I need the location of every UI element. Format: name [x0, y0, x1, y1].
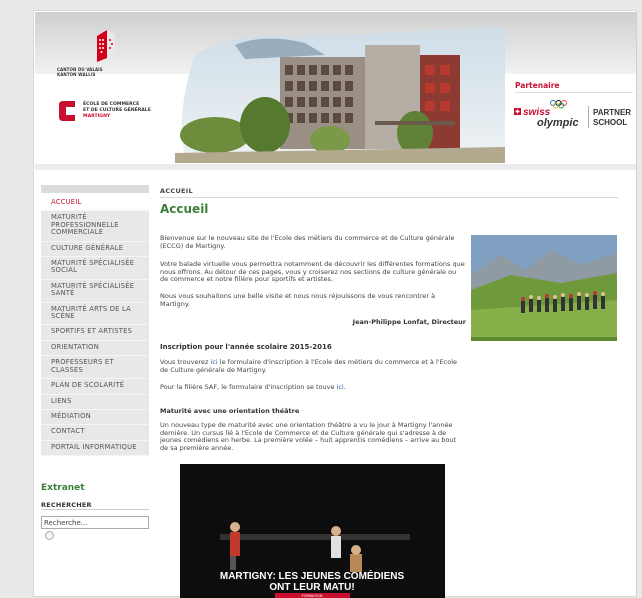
saf-text-b: .: [343, 383, 346, 391]
nav-item-accueil[interactable]: ACCUEIL: [41, 196, 149, 212]
nav-item-culture-generale[interactable]: CULTURE GÉNÉRALE: [41, 241, 149, 258]
balade-paragraph: Votre balade virtuelle vous permettra no…: [160, 260, 465, 284]
search-submit-button[interactable]: [45, 531, 54, 540]
students-mountain-photo: [471, 235, 617, 341]
video-title-line2: ONT LEUR MATU!: [269, 582, 354, 593]
search-divider: [41, 509, 149, 510]
nav-item-professeurs-classes[interactable]: PROFESSEURS ET CLASSES: [41, 356, 149, 380]
nav-item-maturite-arts[interactable]: MATURITÉ ARTS DE LA SCÈNE: [41, 302, 149, 326]
canton-line-2: KANTON WALLIS: [57, 72, 96, 77]
nav-item-liens[interactable]: LIENS: [41, 394, 149, 410]
nav-item-maturite-social[interactable]: MATURITÉ SPÉCIALISÉE SOCIAL: [41, 257, 149, 280]
nav-item-sportifs-artistes[interactable]: SPORTIFS ET ARTISTES: [41, 325, 149, 341]
canton-text: CANTON DU VALAIS KANTON WALLIS: [57, 67, 103, 77]
ecole-name[interactable]: ÉCOLE DE COMMERCE ET DE CULTURE GÉNÉRALE…: [83, 102, 151, 120]
school-building-photo: [175, 27, 505, 163]
header-bottom-bar: [35, 164, 636, 170]
nav-item-plan-scolarite[interactable]: PLAN DE SCOLARITÉ: [41, 379, 149, 395]
saf-paragraph: Pour la filière SAF, le formulaire d'ins…: [160, 383, 466, 392]
partner-label: Partenaire: [515, 81, 560, 90]
theatre-video[interactable]: MARTIGNY: LES JEUNES COMÉDIENS ONT LEUR …: [180, 464, 445, 598]
nav-item-maturite-sante[interactable]: MATURITÉ SPÉCIALISÉE SANTÉ: [41, 279, 149, 303]
theatre-heading: Maturité avec une orientation théâtre: [160, 407, 300, 415]
nav-item-orientation[interactable]: ORIENTATION: [41, 340, 149, 357]
sidebar-nav: ACCUEIL MATURITÉ PROFESSIONNELLE COMMERC…: [41, 185, 149, 457]
director-signature: Jean-Philippe Lonfat, Directeur: [352, 318, 466, 326]
nav-item-portail-informatique[interactable]: PORTAIL INFORMATIQUE: [41, 440, 149, 457]
page-container: CANTON DU VALAIS KANTON WALLIS ÉCOLE DE …: [33, 10, 637, 598]
video-title-line1: MARTIGNY: LES JEUNES COMÉDIENS: [220, 569, 405, 582]
page-title: Accueil: [160, 202, 209, 216]
inscription-paragraph: Vous trouverez ici le formulaire d'inscr…: [160, 358, 466, 374]
search-input[interactable]: [41, 516, 149, 529]
site-header: CANTON DU VALAIS KANTON WALLIS ÉCOLE DE …: [35, 12, 636, 170]
partner-school-line2: SCHOOL: [593, 118, 627, 127]
nav-item-mediation[interactable]: MÉDIATION: [41, 409, 149, 426]
partner-divider: [515, 92, 633, 93]
olympic-rings-icon: [550, 100, 567, 109]
ecole-line-3: MARTIGNY: [83, 114, 111, 119]
partner-school-line1: PARTNER: [593, 108, 631, 117]
saf-text-a: Pour la filière SAF, le formulaire d'ins…: [160, 383, 337, 391]
ecole-logo-icon[interactable]: [58, 100, 76, 122]
intro-paragraph: Bienvenue sur le nouveau site de l'Ecole…: [160, 234, 455, 250]
video-tag: FORMATION: [302, 594, 323, 598]
nav-item-maturite-professionnelle[interactable]: MATURITÉ PROFESSIONNELLE COMMERCIALE: [41, 211, 149, 242]
main-content: ACCUEIL Accueil Bienvenue sur le nouveau…: [160, 187, 618, 598]
welcome-paragraph: Nous vous souhaitons une belle visite et…: [160, 292, 436, 308]
saf-link[interactable]: ici: [337, 383, 344, 391]
theatre-paragraph: Un nouveau type de maturité avec une ori…: [160, 421, 457, 452]
nav-top-bar: [41, 185, 149, 193]
olympic-text: olympic: [537, 117, 579, 129]
search-heading: RECHERCHER: [41, 501, 92, 509]
breadcrumb[interactable]: ACCUEIL: [160, 187, 618, 198]
inscription-heading: Inscription pour l'année scolaire 2015-2…: [160, 343, 332, 351]
video-frame: MARTIGNY: LES JEUNES COMÉDIENS ONT LEUR …: [180, 464, 445, 598]
canton-valais-logo: [97, 30, 115, 62]
nav-item-contact[interactable]: CONTACT: [41, 425, 149, 441]
extranet-link[interactable]: Extranet: [41, 483, 85, 493]
swiss-olympic-partner-logo[interactable]: swiss olympic PARTNER SCHOOL: [513, 98, 633, 132]
